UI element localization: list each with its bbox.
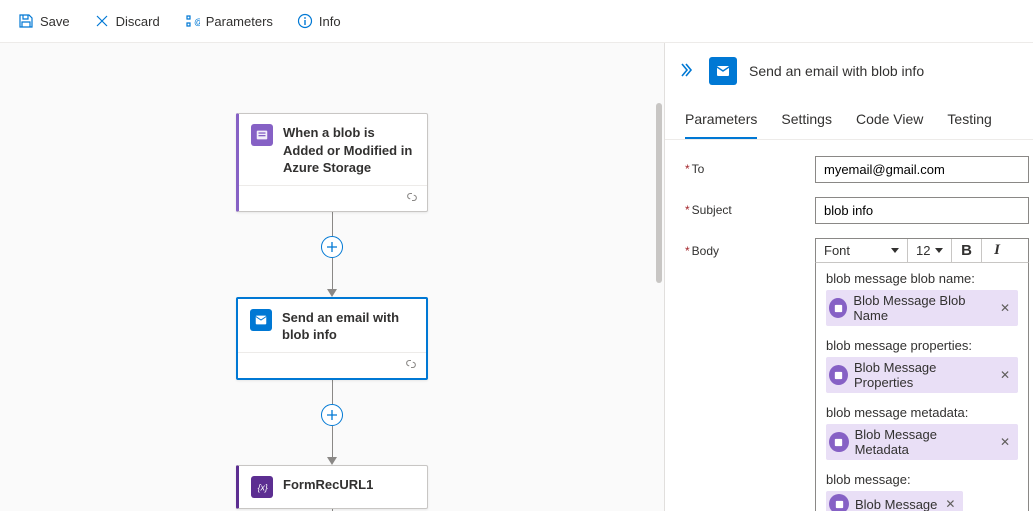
parameters-button[interactable]: @ Parameters xyxy=(174,7,283,35)
remove-token-button[interactable]: ✕ xyxy=(998,301,1012,315)
email-action-node[interactable]: Send an email with blob info xyxy=(236,297,428,380)
blob-storage-icon xyxy=(251,124,273,146)
main-area: When a blob is Added or Modified in Azur… xyxy=(0,43,1033,511)
parameters-icon: @ xyxy=(184,13,200,29)
token-icon xyxy=(829,298,847,318)
remove-token-button[interactable]: ✕ xyxy=(998,435,1012,449)
connector xyxy=(332,212,333,236)
tab-parameters[interactable]: Parameters xyxy=(685,105,757,139)
email-action-title: Send an email with blob info xyxy=(282,309,414,344)
remove-token-button[interactable]: ✕ xyxy=(998,368,1012,382)
trigger-title: When a blob is Added or Modified in Azur… xyxy=(283,124,415,177)
subject-label: *Subject xyxy=(685,197,815,217)
chevron-down-icon xyxy=(935,248,943,253)
body-block: blob message metadata: Blob Message Meta… xyxy=(826,405,1018,460)
remove-token-button[interactable]: ✕ xyxy=(943,497,957,511)
save-button[interactable]: Save xyxy=(8,7,80,35)
node-footer xyxy=(239,185,427,211)
outlook-icon xyxy=(250,309,272,331)
svg-text:{x}: {x} xyxy=(258,482,268,492)
body-row: *Body Font 12 B I blob message blob name… xyxy=(685,238,1029,511)
token-label: Blob Message Properties xyxy=(854,360,992,390)
body-text: blob message properties: xyxy=(826,338,1018,353)
variable-title: FormRecURL1 xyxy=(283,476,373,494)
trigger-node[interactable]: When a blob is Added or Modified in Azur… xyxy=(236,113,428,212)
svg-text:@: @ xyxy=(194,17,200,27)
arrow-down-icon xyxy=(327,457,337,465)
connector xyxy=(332,426,333,458)
body-text: blob message blob name: xyxy=(826,271,1018,286)
connector xyxy=(332,258,333,290)
link-icon xyxy=(404,357,418,374)
token-icon xyxy=(829,494,849,511)
outlook-icon xyxy=(709,57,737,85)
parameters-label: Parameters xyxy=(206,14,273,29)
add-step-button[interactable] xyxy=(321,404,343,426)
chevron-down-icon xyxy=(891,248,899,253)
collapse-panel-button[interactable] xyxy=(681,62,697,81)
body-text: blob message metadata: xyxy=(826,405,1018,420)
details-panel: Send an email with blob info Parameters … xyxy=(665,43,1033,511)
close-icon xyxy=(94,13,110,29)
to-input[interactable] xyxy=(815,156,1029,183)
font-size-select[interactable]: 12 xyxy=(908,239,952,262)
token-icon xyxy=(829,432,849,452)
info-label: Info xyxy=(319,14,341,29)
workflow: When a blob is Added or Modified in Azur… xyxy=(236,113,428,511)
variable-icon: {x} xyxy=(251,476,273,498)
toolbar: Save Discard @ Parameters Info xyxy=(0,0,1033,43)
font-select[interactable]: Font xyxy=(816,239,908,262)
subject-input[interactable] xyxy=(815,197,1029,224)
discard-button[interactable]: Discard xyxy=(84,7,170,35)
parameters-form: *To *Subject *Body Font 12 B I xyxy=(665,140,1033,511)
body-text: blob message: xyxy=(826,472,1018,487)
node-header: {x} FormRecURL1 xyxy=(239,466,427,508)
node-footer xyxy=(238,352,426,378)
variable-node[interactable]: {x} FormRecURL1 xyxy=(236,465,428,509)
info-button[interactable]: Info xyxy=(287,7,351,35)
body-editor: Font 12 B I blob message blob name: Blob… xyxy=(815,238,1029,511)
body-block: blob message blob name: Blob Message Blo… xyxy=(826,271,1018,326)
bold-button[interactable]: B xyxy=(952,239,982,262)
dynamic-token[interactable]: Blob Message Metadata ✕ xyxy=(826,424,1018,460)
panel-tabs: Parameters Settings Code View Testing xyxy=(665,95,1033,140)
tab-code-view[interactable]: Code View xyxy=(856,105,923,139)
tab-testing[interactable]: Testing xyxy=(947,105,991,139)
node-header: When a blob is Added or Modified in Azur… xyxy=(239,114,427,185)
to-row: *To xyxy=(685,156,1029,183)
token-label: Blob Message Metadata xyxy=(855,427,992,457)
discard-label: Discard xyxy=(116,14,160,29)
save-label: Save xyxy=(40,14,70,29)
dynamic-token[interactable]: Blob Message ✕ xyxy=(826,491,963,511)
token-label: Blob Message Blob Name xyxy=(853,293,992,323)
italic-button[interactable]: I xyxy=(982,239,1012,262)
save-icon xyxy=(18,13,34,29)
token-icon xyxy=(829,365,848,385)
scrollbar-thumb[interactable] xyxy=(656,103,662,283)
to-label: *To xyxy=(685,156,815,176)
tab-settings[interactable]: Settings xyxy=(781,105,832,139)
token-label: Blob Message xyxy=(855,497,937,511)
dynamic-token[interactable]: Blob Message Properties ✕ xyxy=(826,357,1018,393)
body-label: *Body xyxy=(685,238,815,258)
link-icon xyxy=(405,190,419,207)
dynamic-token[interactable]: Blob Message Blob Name ✕ xyxy=(826,290,1018,326)
designer-canvas[interactable]: When a blob is Added or Modified in Azur… xyxy=(0,43,665,511)
rte-toolbar: Font 12 B I xyxy=(815,238,1029,263)
body-block: blob message properties: Blob Message Pr… xyxy=(826,338,1018,393)
arrow-down-icon xyxy=(327,289,337,297)
panel-header: Send an email with blob info xyxy=(665,43,1033,95)
subject-row: *Subject xyxy=(685,197,1029,224)
connector xyxy=(332,380,333,404)
rte-content[interactable]: blob message blob name: Blob Message Blo… xyxy=(815,263,1029,511)
info-icon xyxy=(297,13,313,29)
panel-title: Send an email with blob info xyxy=(749,63,924,79)
add-step-button[interactable] xyxy=(321,236,343,258)
body-block: blob message: Blob Message ✕ xyxy=(826,472,1018,511)
node-header: Send an email with blob info xyxy=(238,299,426,352)
